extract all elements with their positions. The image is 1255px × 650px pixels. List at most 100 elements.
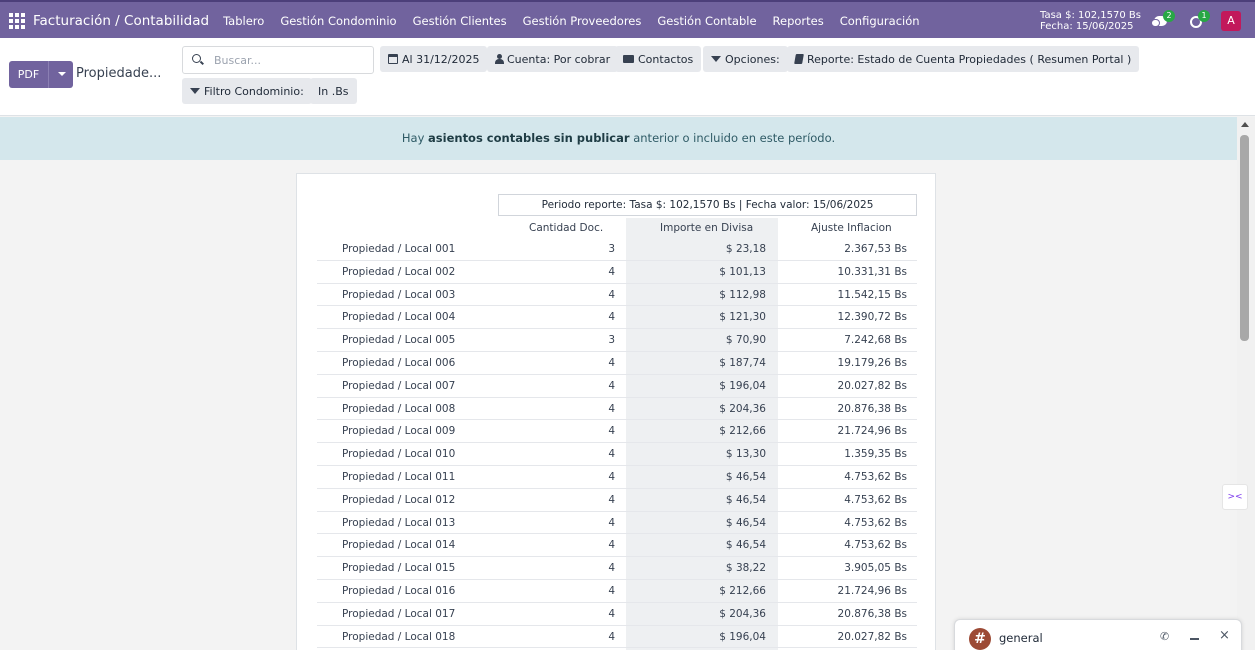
table-row[interactable]: Propiedad / Local 014 4 $ 46,54 4.753,62 Bs (317, 534, 917, 558)
pdf-button[interactable]: PDF (9, 61, 48, 88)
menu-gestion-condominio[interactable]: Gestión Condominio (280, 14, 396, 28)
property-name-cell: Propiedad / Local 007 (342, 379, 456, 392)
table-row[interactable]: Propiedad / Local 010 4 $ 13,30 1.359,35 Bs (317, 443, 917, 466)
messages-icon[interactable]: 2 (1151, 10, 1175, 31)
options-filter-label: Opciones: (725, 52, 780, 66)
book-icon (794, 54, 804, 64)
document-count-cell: 4 (608, 425, 615, 438)
property-name-cell: Propiedad / Local 012 (342, 493, 456, 506)
document-count-cell: 4 (608, 516, 615, 529)
currency-amount-cell: $ 46,54 (725, 516, 766, 529)
report-sheet: Periodo reporte: Tasa $: 102,1570 Bs | F… (296, 173, 936, 650)
property-name-cell: Propiedad / Local 004 (342, 311, 456, 324)
account-filter-button[interactable]: Cuenta: Por cobrar (487, 46, 619, 72)
menu-reportes[interactable]: Reportes (773, 14, 824, 28)
table-row[interactable]: Propiedad / Local 006 4 $ 187,74 19.179,26 … (317, 352, 917, 375)
alert-link[interactable]: asientos contables sin publicar (428, 131, 630, 145)
chat-channel-name[interactable]: general (999, 631, 1043, 645)
header-importe-divisa: Importe en Divisa (660, 222, 754, 234)
inflation-adjustment-cell: 20.027,82 Bs (837, 630, 907, 643)
table-row[interactable]: Propiedad / Local 008 4 $ 204,36 20.876,38 … (317, 398, 917, 421)
report-filter-label: Reporte: Estado de Cuenta Propiedades ( … (807, 52, 1132, 66)
property-name-cell: Propiedad / Local 001 (342, 243, 456, 255)
currency-amount-cell: $ 38,22 (725, 562, 766, 575)
report-filter-button[interactable]: Reporte: Estado de Cuenta Propiedades ( … (787, 46, 1140, 72)
options-filter-button[interactable]: Opciones: (703, 46, 788, 72)
pdf-dropdown-toggle[interactable] (48, 61, 73, 88)
table-row[interactable]: Propiedad / Local 011 4 $ 46,54 4.753,62 Bs (317, 466, 917, 489)
currency-amount-cell: $ 13,30 (725, 448, 766, 461)
currency-amount-cell: $ 196,04 (719, 379, 766, 392)
currency-filter-label: In .Bs (318, 84, 349, 98)
rate-line: Tasa $: 102,1570 Bs (1040, 10, 1141, 21)
activities-clock-icon[interactable]: 1 (1187, 10, 1210, 31)
property-name-cell: Propiedad / Local 013 (342, 516, 456, 529)
currency-filter-button[interactable]: In .Bs (310, 78, 357, 104)
inflation-adjustment-cell: 10.331,31 Bs (837, 265, 907, 278)
user-avatar[interactable]: A (1221, 11, 1241, 31)
inflation-adjustment-cell: 4.753,62 Bs (844, 539, 907, 552)
document-count-cell: 4 (608, 265, 615, 278)
chat-window[interactable]: # general ✆ × (954, 619, 1242, 650)
minimize-icon[interactable] (1190, 638, 1199, 640)
side-tool-icon[interactable]: >< (1222, 484, 1248, 510)
table-row[interactable]: Propiedad / Local 004 4 $ 121,30 12.390,72 … (317, 306, 917, 330)
inflation-adjustment-cell: 4.753,62 Bs (844, 516, 907, 529)
document-count-cell: 4 (608, 539, 615, 552)
activities-badge: 1 (1198, 10, 1210, 22)
header-ajuste-inflacion: Ajuste Inflacion (811, 222, 892, 234)
menu-gestion-contable[interactable]: Gestión Contable (657, 14, 756, 28)
filter-icon (711, 56, 721, 62)
currency-amount-cell: $ 46,54 (725, 493, 766, 506)
app-brand[interactable]: Facturación / Contabilidad (33, 13, 209, 29)
menu-tablero[interactable]: Tablero (223, 14, 264, 28)
scroll-up-arrow-icon[interactable] (1241, 122, 1249, 127)
table-row[interactable]: Propiedad / Local 016 4 $ 212,66 21.724,96 … (317, 580, 917, 603)
table-row[interactable]: Propiedad / Local 015 4 $ 38,22 3.905,05 Bs (317, 557, 917, 580)
document-count-cell: 4 (608, 311, 615, 324)
table-row[interactable]: Propiedad / Local 009 4 $ 212,66 21.724,96 … (317, 420, 917, 444)
apps-grid-icon[interactable] (9, 13, 25, 29)
currency-amount-cell: $ 187,74 (719, 356, 766, 369)
inflation-adjustment-cell: 3.905,05 Bs (844, 562, 907, 575)
search-icon (192, 54, 204, 66)
table-row[interactable]: Propiedad / Local 017 4 $ 204,36 20.876,38 … (317, 603, 917, 626)
date-line: Fecha: 15/06/2025 (1040, 21, 1134, 32)
inflation-adjustment-cell: 21.724,96 Bs (837, 584, 907, 597)
inflation-adjustment-cell: 12.390,72 Bs (837, 311, 907, 324)
table-row[interactable]: Propiedad / Local 005 3 $ 70,90 7.242,68 Bs (317, 329, 917, 352)
document-count-cell: 3 (608, 243, 615, 255)
date-filter-label: Al 31/12/2025 (402, 52, 480, 66)
currency-amount-cell: $ 204,36 (719, 607, 766, 620)
condo-filter-label: Filtro Condominio: (204, 84, 304, 98)
scroll-thumb[interactable] (1240, 135, 1249, 341)
table-row[interactable]: Propiedad / Local 002 4 $ 101,13 10.331,31 … (317, 261, 917, 284)
table-row[interactable]: Propiedad / Local 012 4 $ 46,54 4.753,62 Bs (317, 489, 917, 512)
date-filter-button[interactable]: Al 31/12/2025 (380, 46, 488, 72)
table-row[interactable]: Propiedad / Local 013 4 $ 46,54 4.753,62 Bs (317, 512, 917, 535)
search-input[interactable] (214, 53, 364, 67)
menu-gestion-proveedores[interactable]: Gestión Proveedores (523, 14, 642, 28)
currency-amount-cell: $ 112,98 (719, 288, 766, 301)
table-row[interactable]: Propiedad / Local 007 4 $ 196,04 20.027,82 … (317, 375, 917, 398)
document-count-cell: 4 (608, 584, 615, 597)
filter-icon (190, 88, 200, 94)
table-row[interactable]: Propiedad / Local 018 4 $ 196,04 20.027,82 … (317, 626, 917, 649)
phone-icon[interactable]: ✆ (1160, 630, 1169, 643)
menu-configuracion[interactable]: Configuración (840, 14, 920, 28)
menu-gestion-clientes[interactable]: Gestión Clientes (413, 14, 507, 28)
document-count-cell: 4 (608, 630, 615, 643)
contacts-filter-button[interactable]: Contactos (615, 46, 702, 72)
document-count-cell: 4 (608, 448, 615, 461)
close-icon[interactable]: × (1219, 628, 1230, 643)
alert-suffix: anterior o incluido en este período. (629, 131, 836, 145)
currency-amount-cell: $ 212,66 (719, 425, 766, 438)
table-row[interactable]: Propiedad / Local 003 4 $ 112,98 11.542,15 … (317, 284, 917, 307)
document-count-cell: 4 (608, 288, 615, 301)
page-scrollbar[interactable] (1237, 117, 1255, 650)
property-name-cell: Propiedad / Local 014 (342, 539, 456, 552)
header-cantidad-doc: Cantidad Doc. (529, 222, 604, 234)
table-row[interactable]: Propiedad / Local 001 3 $ 23,18 2.367,53 Bs (317, 238, 917, 261)
condo-filter-button[interactable]: Filtro Condominio: (182, 78, 312, 104)
inflation-adjustment-cell: 4.753,62 Bs (844, 493, 907, 506)
